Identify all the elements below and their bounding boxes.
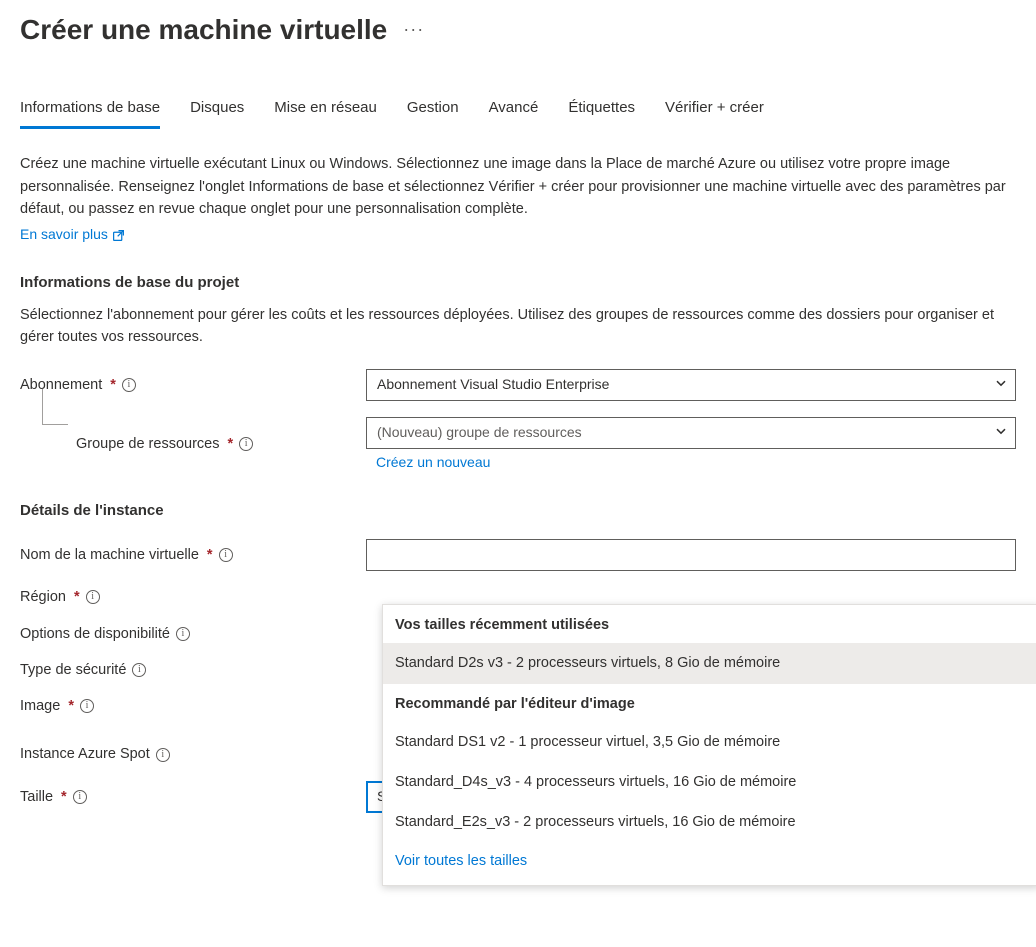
vm-name-input[interactable] — [366, 539, 1016, 571]
external-link-icon — [112, 228, 125, 241]
dropdown-recent-header: Vos tailles récemment utilisées — [383, 605, 1036, 643]
indent-line — [42, 389, 68, 425]
size-dropdown-panel: Vos tailles récemment utilisées Standard… — [382, 604, 1036, 886]
vm-name-label: Nom de la machine virtuelle — [20, 545, 199, 565]
tab-disks[interactable]: Disques — [190, 89, 244, 129]
more-actions-icon[interactable]: ··· — [403, 17, 424, 42]
project-section-desc: Sélectionnez l'abonnement pour gérer les… — [20, 305, 1010, 349]
resource-group-label: Groupe de ressources — [76, 434, 219, 454]
resource-group-select[interactable]: (Nouveau) groupe de ressources — [366, 417, 1016, 449]
tab-networking[interactable]: Mise en réseau — [274, 89, 377, 129]
learn-more-label: En savoir plus — [20, 225, 108, 245]
info-icon[interactable]: i — [176, 627, 190, 641]
security-type-label: Type de sécurité — [20, 660, 126, 680]
info-icon[interactable]: i — [86, 590, 100, 604]
info-icon[interactable]: i — [219, 548, 233, 562]
learn-more-link[interactable]: En savoir plus — [20, 225, 125, 245]
chevron-down-icon — [995, 423, 1007, 443]
required-indicator: * — [74, 587, 80, 607]
size-option[interactable]: Standard_E2s_v3 - 2 processeurs virtuels… — [383, 802, 1036, 842]
info-icon[interactable]: i — [80, 699, 94, 713]
info-icon[interactable]: i — [73, 790, 87, 804]
required-indicator: * — [227, 434, 233, 454]
tab-advanced[interactable]: Avancé — [489, 89, 539, 129]
tab-bar: Informations de base Disques Mise en rés… — [20, 89, 1016, 129]
spot-instance-label: Instance Azure Spot — [20, 744, 150, 764]
size-option[interactable]: Standard DS1 v2 - 1 processeur virtuel, … — [383, 722, 1036, 762]
create-new-resource-group-link[interactable]: Créez un nouveau — [366, 453, 490, 473]
tab-review-create[interactable]: Vérifier + créer — [665, 89, 764, 129]
required-indicator: * — [110, 375, 116, 395]
info-icon[interactable]: i — [132, 663, 146, 677]
info-icon[interactable]: i — [122, 378, 136, 392]
size-option[interactable]: Standard D2s v3 - 2 processeurs virtuels… — [383, 643, 1036, 683]
intro-text: Créez une machine virtuelle exécutant Li… — [20, 153, 1010, 220]
page-title: Créer une machine virtuelle — [20, 10, 387, 49]
resource-group-placeholder: (Nouveau) groupe de ressources — [377, 423, 582, 443]
size-label: Taille — [20, 787, 53, 807]
project-section-title: Informations de base du projet — [20, 272, 1016, 293]
chevron-down-icon — [995, 375, 1007, 395]
image-label: Image — [20, 696, 60, 716]
tab-management[interactable]: Gestion — [407, 89, 459, 129]
required-indicator: * — [61, 787, 67, 807]
info-icon[interactable]: i — [239, 437, 253, 451]
dropdown-recommended-header: Recommandé par l'éditeur d'image — [383, 684, 1036, 722]
size-option[interactable]: Standard_D4s_v3 - 4 processeurs virtuels… — [383, 762, 1036, 802]
required-indicator: * — [207, 545, 213, 565]
instance-section-title: Détails de l'instance — [20, 500, 1016, 521]
subscription-value: Abonnement Visual Studio Enterprise — [377, 375, 609, 395]
availability-label: Options de disponibilité — [20, 624, 170, 644]
required-indicator: * — [68, 696, 74, 716]
info-icon[interactable]: i — [156, 748, 170, 762]
tab-tags[interactable]: Étiquettes — [568, 89, 635, 129]
tab-basics[interactable]: Informations de base — [20, 89, 160, 129]
subscription-select[interactable]: Abonnement Visual Studio Enterprise — [366, 369, 1016, 401]
see-all-sizes-link[interactable]: Voir toutes les tailles — [383, 843, 1036, 879]
region-label: Région — [20, 587, 66, 607]
